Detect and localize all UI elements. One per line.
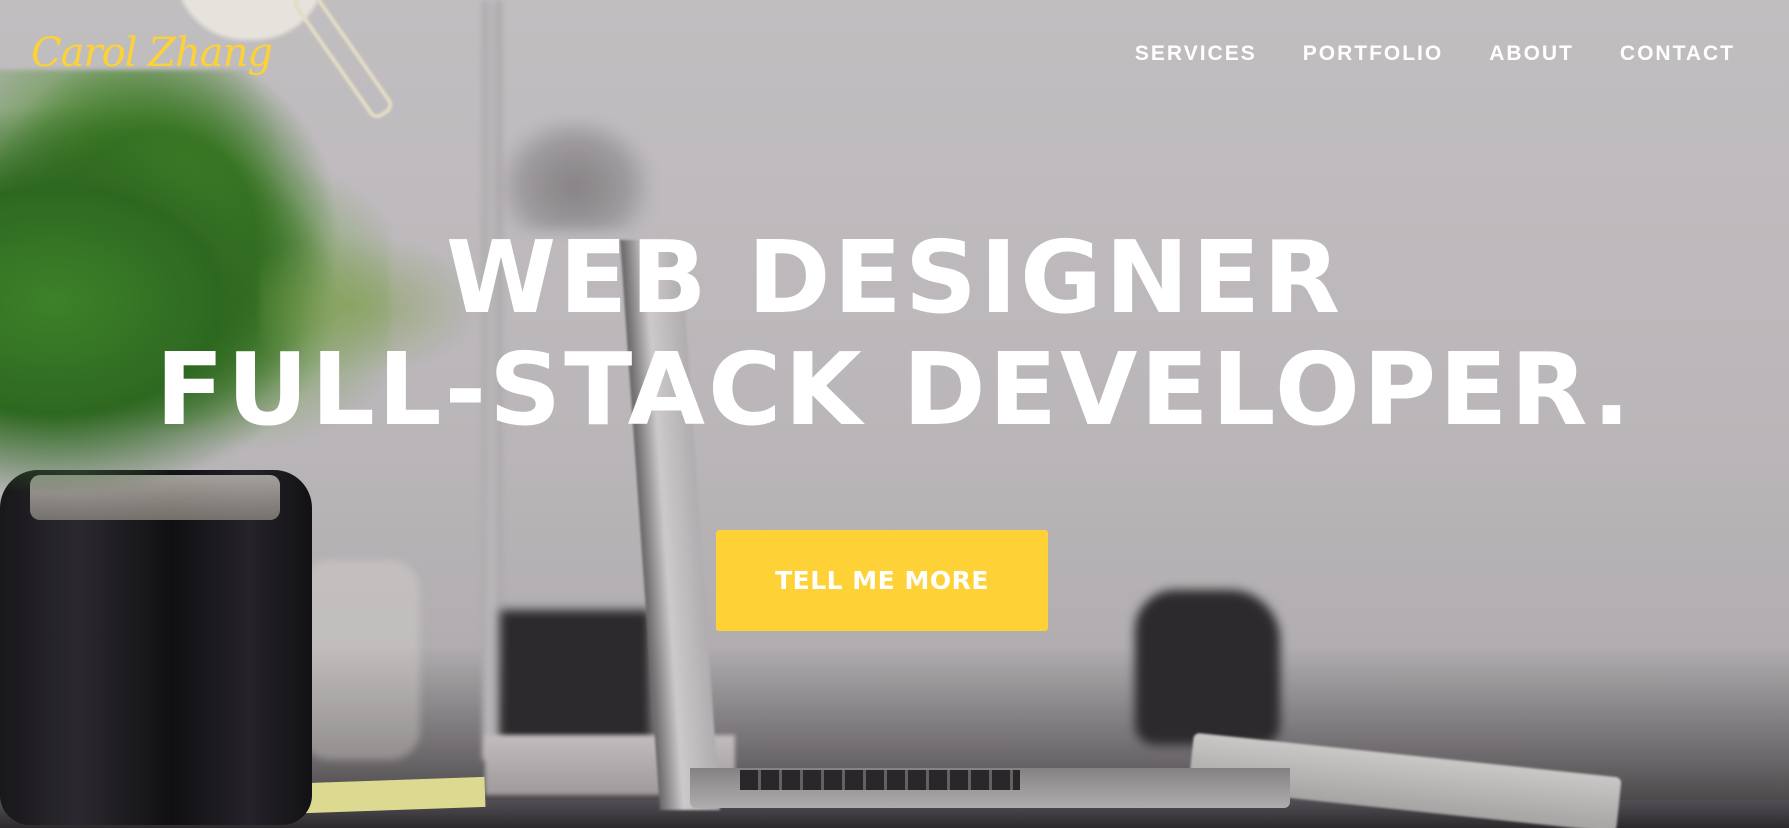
nav-link-about[interactable]: ABOUT	[1489, 42, 1574, 66]
tell-me-more-button[interactable]: TELL ME MORE	[716, 530, 1048, 631]
main-nav: SERVICES PORTFOLIO ABOUT CONTACT	[1135, 42, 1735, 66]
nav-link-services[interactable]: SERVICES	[1135, 42, 1257, 66]
nav-link-portfolio[interactable]: PORTFOLIO	[1303, 42, 1444, 66]
hero-headline-line-2: FULL-STACK DEVELOPER.	[155, 331, 1634, 448]
hero-headline: WEB DESIGNER FULL-STACK DEVELOPER.	[0, 222, 1789, 446]
hero-headline-line-1: WEB DESIGNER	[445, 219, 1344, 336]
nav-link-contact[interactable]: CONTACT	[1620, 42, 1735, 66]
brand-logo[interactable]: Carol Zhang	[31, 30, 273, 76]
